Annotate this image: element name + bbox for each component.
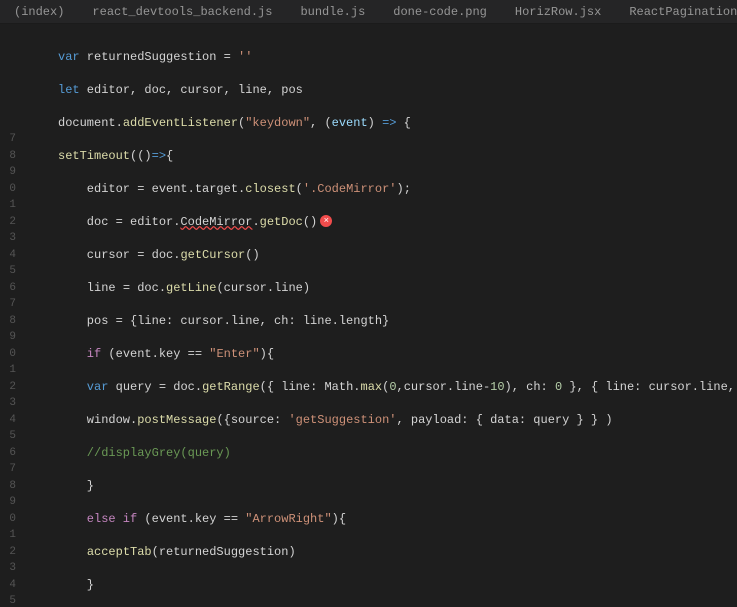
tab-react-devtools[interactable]: react_devtools_backend.js xyxy=(78,0,286,23)
tab-done-code[interactable]: done-code.png xyxy=(379,0,501,23)
tab-bar: (index) react_devtools_backend.js bundle… xyxy=(0,0,737,24)
line-number-gutter: 789012345678901234567890123456 xyxy=(0,24,20,607)
tab-bundle[interactable]: bundle.js xyxy=(286,0,379,23)
tab-horizrow[interactable]: HorizRow.jsx xyxy=(501,0,615,23)
code-area[interactable]: var returnedSuggestion = '' let editor, … xyxy=(20,24,737,607)
tab-reactpagination[interactable]: ReactPagination.jsx xyxy=(615,0,737,23)
tab-index[interactable]: (index) xyxy=(0,0,78,23)
error-icon[interactable]: × xyxy=(320,215,332,227)
code-editor[interactable]: 789012345678901234567890123456 var retur… xyxy=(0,24,737,607)
